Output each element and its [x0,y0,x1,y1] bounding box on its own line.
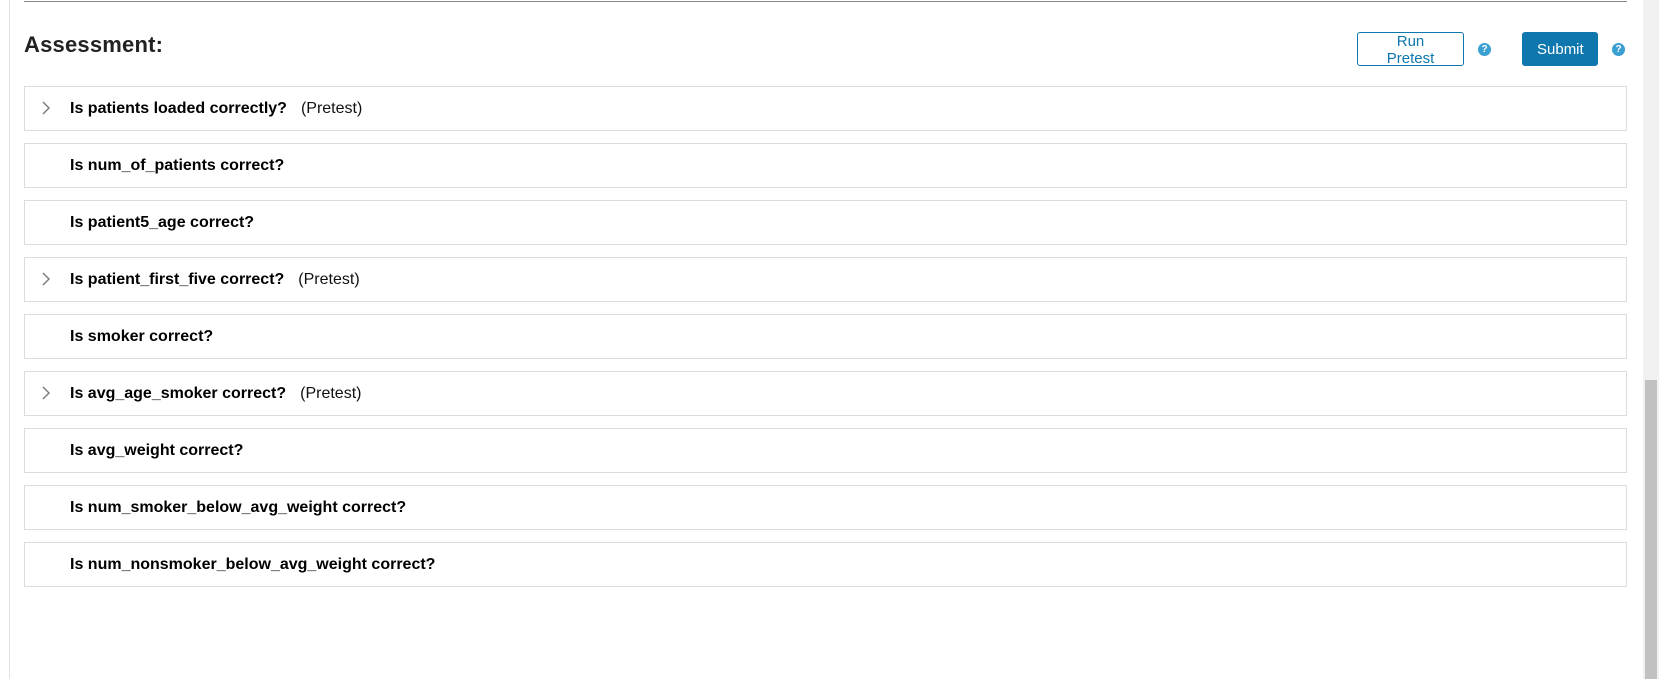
pretest-tag: (Pretest) [300,100,363,117]
test-row[interactable]: Is num_nonsmoker_below_avg_weight correc… [24,542,1627,587]
assessment-title: Assessment: [24,32,164,57]
pretest-tag: (Pretest) [298,271,360,288]
run-pretest-button[interactable]: Run Pretest [1357,32,1464,67]
test-label: Is avg_weight correct? [70,442,244,459]
test-label: Is num_nonsmoker_below_avg_weight correc… [70,556,436,573]
pretest-tag: (Pretest) [300,385,362,402]
test-label: Is avg_age_smoker correct? (Pretest) [70,385,362,402]
test-row[interactable]: Is avg_weight correct? [24,428,1627,473]
submit-help-icon[interactable]: ? [1612,42,1625,56]
section-divider [24,1,1627,2]
test-row[interactable]: Is patients loaded correctly? (Pretest) [24,86,1627,131]
assessment-page: Assessment: Run Pretest ? Submit ? Is pa… [0,0,1659,679]
test-label: Is patient_first_five correct? (Pretest) [70,271,360,288]
scrollbar-thumb[interactable] [1645,380,1657,679]
test-label: Is num_smoker_below_avg_weight correct? [70,499,407,516]
chevron-right-icon[interactable] [37,384,55,402]
test-row[interactable]: Is num_of_patients correct? [24,143,1627,188]
test-row[interactable]: Is avg_age_smoker correct? (Pretest) [24,371,1627,416]
test-label: Is smoker correct? [70,328,214,345]
test-row[interactable]: Is smoker correct? [24,314,1627,359]
test-row[interactable]: Is patient5_age correct? [24,200,1627,245]
assessment-actions: Run Pretest ? Submit ? [1357,32,1627,67]
test-label: Is patients loaded correctly? (Pretest) [70,100,363,117]
test-label: Is num_of_patients correct? [70,157,285,174]
left-gutter [0,0,10,679]
test-row[interactable]: Is patient_first_five correct? (Pretest) [24,257,1627,302]
chevron-right-icon[interactable] [37,270,55,288]
submit-button[interactable]: Submit [1522,32,1598,66]
vertical-scrollbar[interactable] [1643,0,1659,679]
test-label: Is patient5_age correct? [70,214,255,231]
test-row[interactable]: Is num_smoker_below_avg_weight correct? [24,485,1627,530]
chevron-right-icon[interactable] [37,99,55,117]
assessment-header: Assessment: Run Pretest ? Submit ? [24,30,1627,70]
test-list: Is patients loaded correctly? (Pretest) I… [24,86,1627,599]
run-pretest-help-icon[interactable]: ? [1478,42,1491,56]
